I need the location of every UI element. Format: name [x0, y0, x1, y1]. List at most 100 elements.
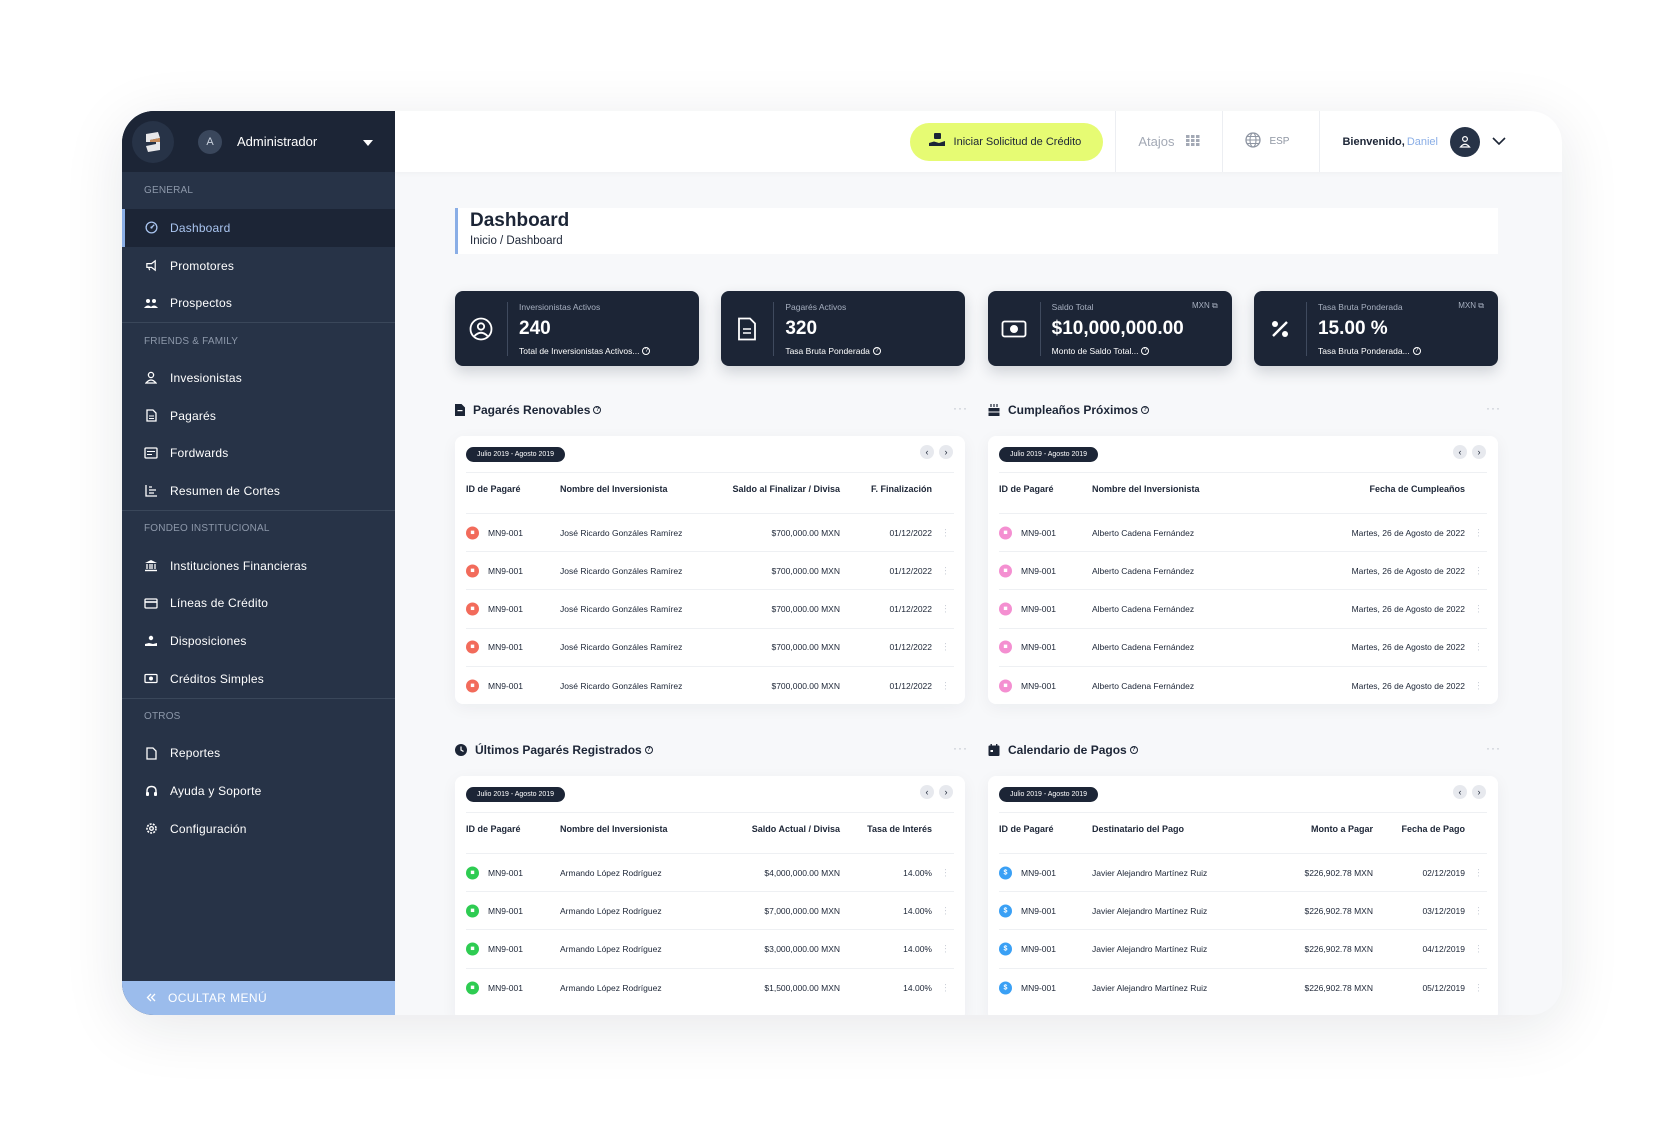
table-row[interactable]: ■ MN9-001 José Ricardo Gonzáles Ramírez $70… [466, 629, 954, 667]
table-row[interactable]: ■ MN9-001 José Ricardo Gonzáles Ramírez $70… [466, 667, 954, 704]
chevron-right-icon[interactable]: › [939, 445, 953, 459]
column-header[interactable]: ID de Pagaré [466, 824, 521, 834]
help-icon[interactable]: ? [1141, 347, 1150, 356]
column-header[interactable]: F. Finalización [871, 484, 932, 494]
table-row[interactable]: ■ MN9-001 José Ricardo Gonzáles Ramírez $70… [466, 514, 954, 553]
more-options-icon[interactable]: ··· [1486, 401, 1501, 415]
kebab-menu-icon[interactable]: ⋮ [941, 983, 950, 992]
kebab-menu-icon[interactable]: ⋮ [1474, 868, 1483, 877]
kpi-card-total-balance[interactable]: Saldo Total $10,000,000.00 Monto de Sald… [987, 291, 1232, 366]
kebab-menu-icon[interactable]: ⋮ [1474, 566, 1483, 575]
kebab-menu-icon[interactable]: ⋮ [941, 566, 950, 575]
date-range-chip[interactable]: Julio 2019 - Agosto 2019 [999, 787, 1099, 802]
kpi-card-weighted-rate[interactable]: Tasa Bruta Ponderada 15.00 % Tasa Bruta … [1253, 291, 1498, 366]
user-role-name[interactable]: Administrador [237, 134, 363, 149]
kebab-menu-icon[interactable]: ⋮ [1474, 528, 1483, 537]
column-header[interactable]: Fecha de Cumpleaños [1369, 484, 1465, 494]
table-row[interactable]: ■ MN9-001 Armando López Rodríguez $1,500,00… [466, 969, 954, 1007]
more-options-icon[interactable]: ··· [953, 741, 968, 755]
kpi-currency[interactable]: MXN ⧉ [1192, 301, 1218, 311]
chevron-right-icon[interactable]: › [939, 785, 953, 799]
kebab-menu-icon[interactable]: ⋮ [1474, 906, 1483, 915]
kebab-menu-icon[interactable]: ⋮ [941, 681, 950, 690]
table-row[interactable]: $ MN9-001 Javier Alejandro Martínez Ruiz $2… [999, 930, 1487, 969]
more-options-icon[interactable]: ··· [953, 401, 968, 415]
sidebar-item-pagares[interactable]: Pagarés [122, 397, 395, 435]
chevron-left-icon[interactable]: ‹ [920, 445, 934, 459]
language-selector[interactable]: ESP [1223, 132, 1319, 151]
table-row[interactable]: ■ MN9-001 Armando López Rodríguez $3,000,00… [466, 930, 954, 969]
column-header[interactable]: Nombre del Inversionista [1092, 484, 1200, 494]
kebab-menu-icon[interactable]: ⋮ [941, 604, 950, 613]
column-header[interactable]: Nombre del Inversionista [560, 484, 668, 494]
table-row[interactable]: ■ MN9-001 Armando López Rodríguez $7,000,00… [466, 892, 954, 931]
column-header[interactable]: ID de Pagaré [999, 824, 1054, 834]
shortcuts-button[interactable]: Atajos [1116, 134, 1222, 149]
column-header[interactable]: Monto a Pagar [1311, 824, 1373, 834]
kpi-card-active-notes[interactable]: Pagarés Activos 320 Tasa Bruta Ponderada… [721, 291, 966, 366]
chevron-left-icon[interactable]: ‹ [1453, 445, 1467, 459]
chevron-right-icon[interactable]: › [1472, 785, 1486, 799]
kpi-currency[interactable]: MXN ⧉ [1458, 301, 1484, 311]
sidebar-item-lineas-credito[interactable]: Líneas de Crédito [122, 585, 395, 623]
breadcrumb[interactable]: Inicio / Dashboard [470, 235, 1498, 247]
kebab-menu-icon[interactable]: ⋮ [1474, 944, 1483, 953]
hide-menu-button[interactable]: OCULTAR MENÚ [122, 981, 395, 1015]
table-row[interactable]: ■ MN9-001 Alberto Cadena Fernández Martes, … [999, 552, 1487, 591]
kebab-menu-icon[interactable]: ⋮ [941, 944, 950, 953]
kpi-card-active-investors[interactable]: Inversionistas Activos 240 Total de Inve… [455, 291, 699, 366]
chevron-right-icon[interactable]: › [1472, 445, 1486, 459]
kebab-menu-icon[interactable]: ⋮ [941, 906, 950, 915]
sidebar-item-dashboard[interactable]: Dashboard [122, 209, 395, 247]
date-range-chip[interactable]: Julio 2019 - Agosto 2019 [466, 447, 566, 462]
table-row[interactable]: ■ MN9-001 Alberto Cadena Fernández Martes, … [999, 629, 1487, 667]
user-avatar[interactable]: A [198, 129, 222, 154]
column-header[interactable]: Saldo al Finalizar / Divisa [732, 484, 840, 494]
column-header[interactable]: Tasa de Interés [867, 824, 932, 834]
sidebar-item-reportes[interactable]: Reportes [122, 735, 395, 773]
user-avatar-icon[interactable] [1450, 126, 1480, 157]
sidebar-item-fordwards[interactable]: Fordwards [122, 434, 395, 472]
table-row[interactable]: ■ MN9-001 Alberto Cadena Fernández Martes, … [999, 590, 1487, 629]
chevron-left-icon[interactable]: ‹ [1453, 785, 1467, 799]
kebab-menu-icon[interactable]: ⋮ [1474, 983, 1483, 992]
sidebar-item-creditos-simples[interactable]: Créditos Simples [122, 660, 395, 698]
start-credit-request-button[interactable]: Iniciar Solicitud de Crédito [909, 122, 1104, 161]
table-row[interactable]: ■ MN9-001 Alberto Cadena Fernández Martes, … [999, 667, 1487, 704]
help-icon[interactable]: ? [593, 406, 602, 414]
column-header[interactable]: Fecha de Pago [1401, 824, 1465, 834]
sidebar-item-resumen-cortes[interactable]: Resumen de Cortes [122, 472, 395, 510]
sidebar-item-inversionistas[interactable]: Invesionistas [122, 359, 395, 397]
table-row[interactable]: $ MN9-001 Javier Alejandro Martínez Ruiz $2… [999, 969, 1487, 1007]
kebab-menu-icon[interactable]: ⋮ [941, 868, 950, 877]
table-row[interactable]: ■ MN9-001 José Ricardo Gonzáles Ramírez $70… [466, 590, 954, 629]
column-header[interactable]: Saldo Actual / Divisa [752, 824, 840, 834]
table-row[interactable]: $ MN9-001 Javier Alejandro Martínez Ruiz $2… [999, 892, 1487, 931]
help-icon[interactable]: ? [872, 347, 881, 356]
column-header[interactable]: Destinatario del Pago [1092, 824, 1184, 834]
sidebar-item-prospectos[interactable]: Prospectos [122, 284, 395, 322]
brand-logo-icon[interactable] [132, 120, 174, 163]
date-range-chip[interactable]: Julio 2019 - Agosto 2019 [466, 787, 566, 802]
chevron-down-icon[interactable] [1492, 136, 1506, 148]
table-row[interactable]: ■ MN9-001 Alberto Cadena Fernández Martes, … [999, 514, 1487, 553]
chevron-left-icon[interactable]: ‹ [920, 785, 934, 799]
sidebar-item-promotores[interactable]: Promotores [122, 247, 395, 285]
help-icon[interactable]: ? [1412, 347, 1421, 356]
sidebar-item-configuracion[interactable]: Configuración [122, 810, 395, 848]
column-header[interactable]: Nombre del Inversionista [560, 824, 668, 834]
table-row[interactable]: ■ MN9-001 José Ricardo Gonzáles Ramírez $70… [466, 552, 954, 591]
kebab-menu-icon[interactable]: ⋮ [1474, 642, 1483, 652]
user-menu[interactable]: Bienvenido, Daniel [1320, 126, 1506, 157]
help-icon[interactable]: ? [1129, 746, 1138, 754]
kebab-menu-icon[interactable]: ⋮ [941, 528, 950, 537]
date-range-chip[interactable]: Julio 2019 - Agosto 2019 [999, 447, 1099, 462]
help-icon[interactable]: ? [1141, 406, 1150, 414]
column-header[interactable]: ID de Pagaré [466, 484, 521, 494]
sidebar-item-ayuda-soporte[interactable]: Ayuda y Soporte [122, 772, 395, 810]
column-header[interactable]: ID de Pagaré [999, 484, 1054, 494]
kebab-menu-icon[interactable]: ⋮ [1474, 681, 1483, 690]
sidebar-item-disposiciones[interactable]: Disposiciones [122, 622, 395, 660]
kebab-menu-icon[interactable]: ⋮ [941, 642, 950, 652]
help-icon[interactable]: ? [644, 746, 653, 754]
